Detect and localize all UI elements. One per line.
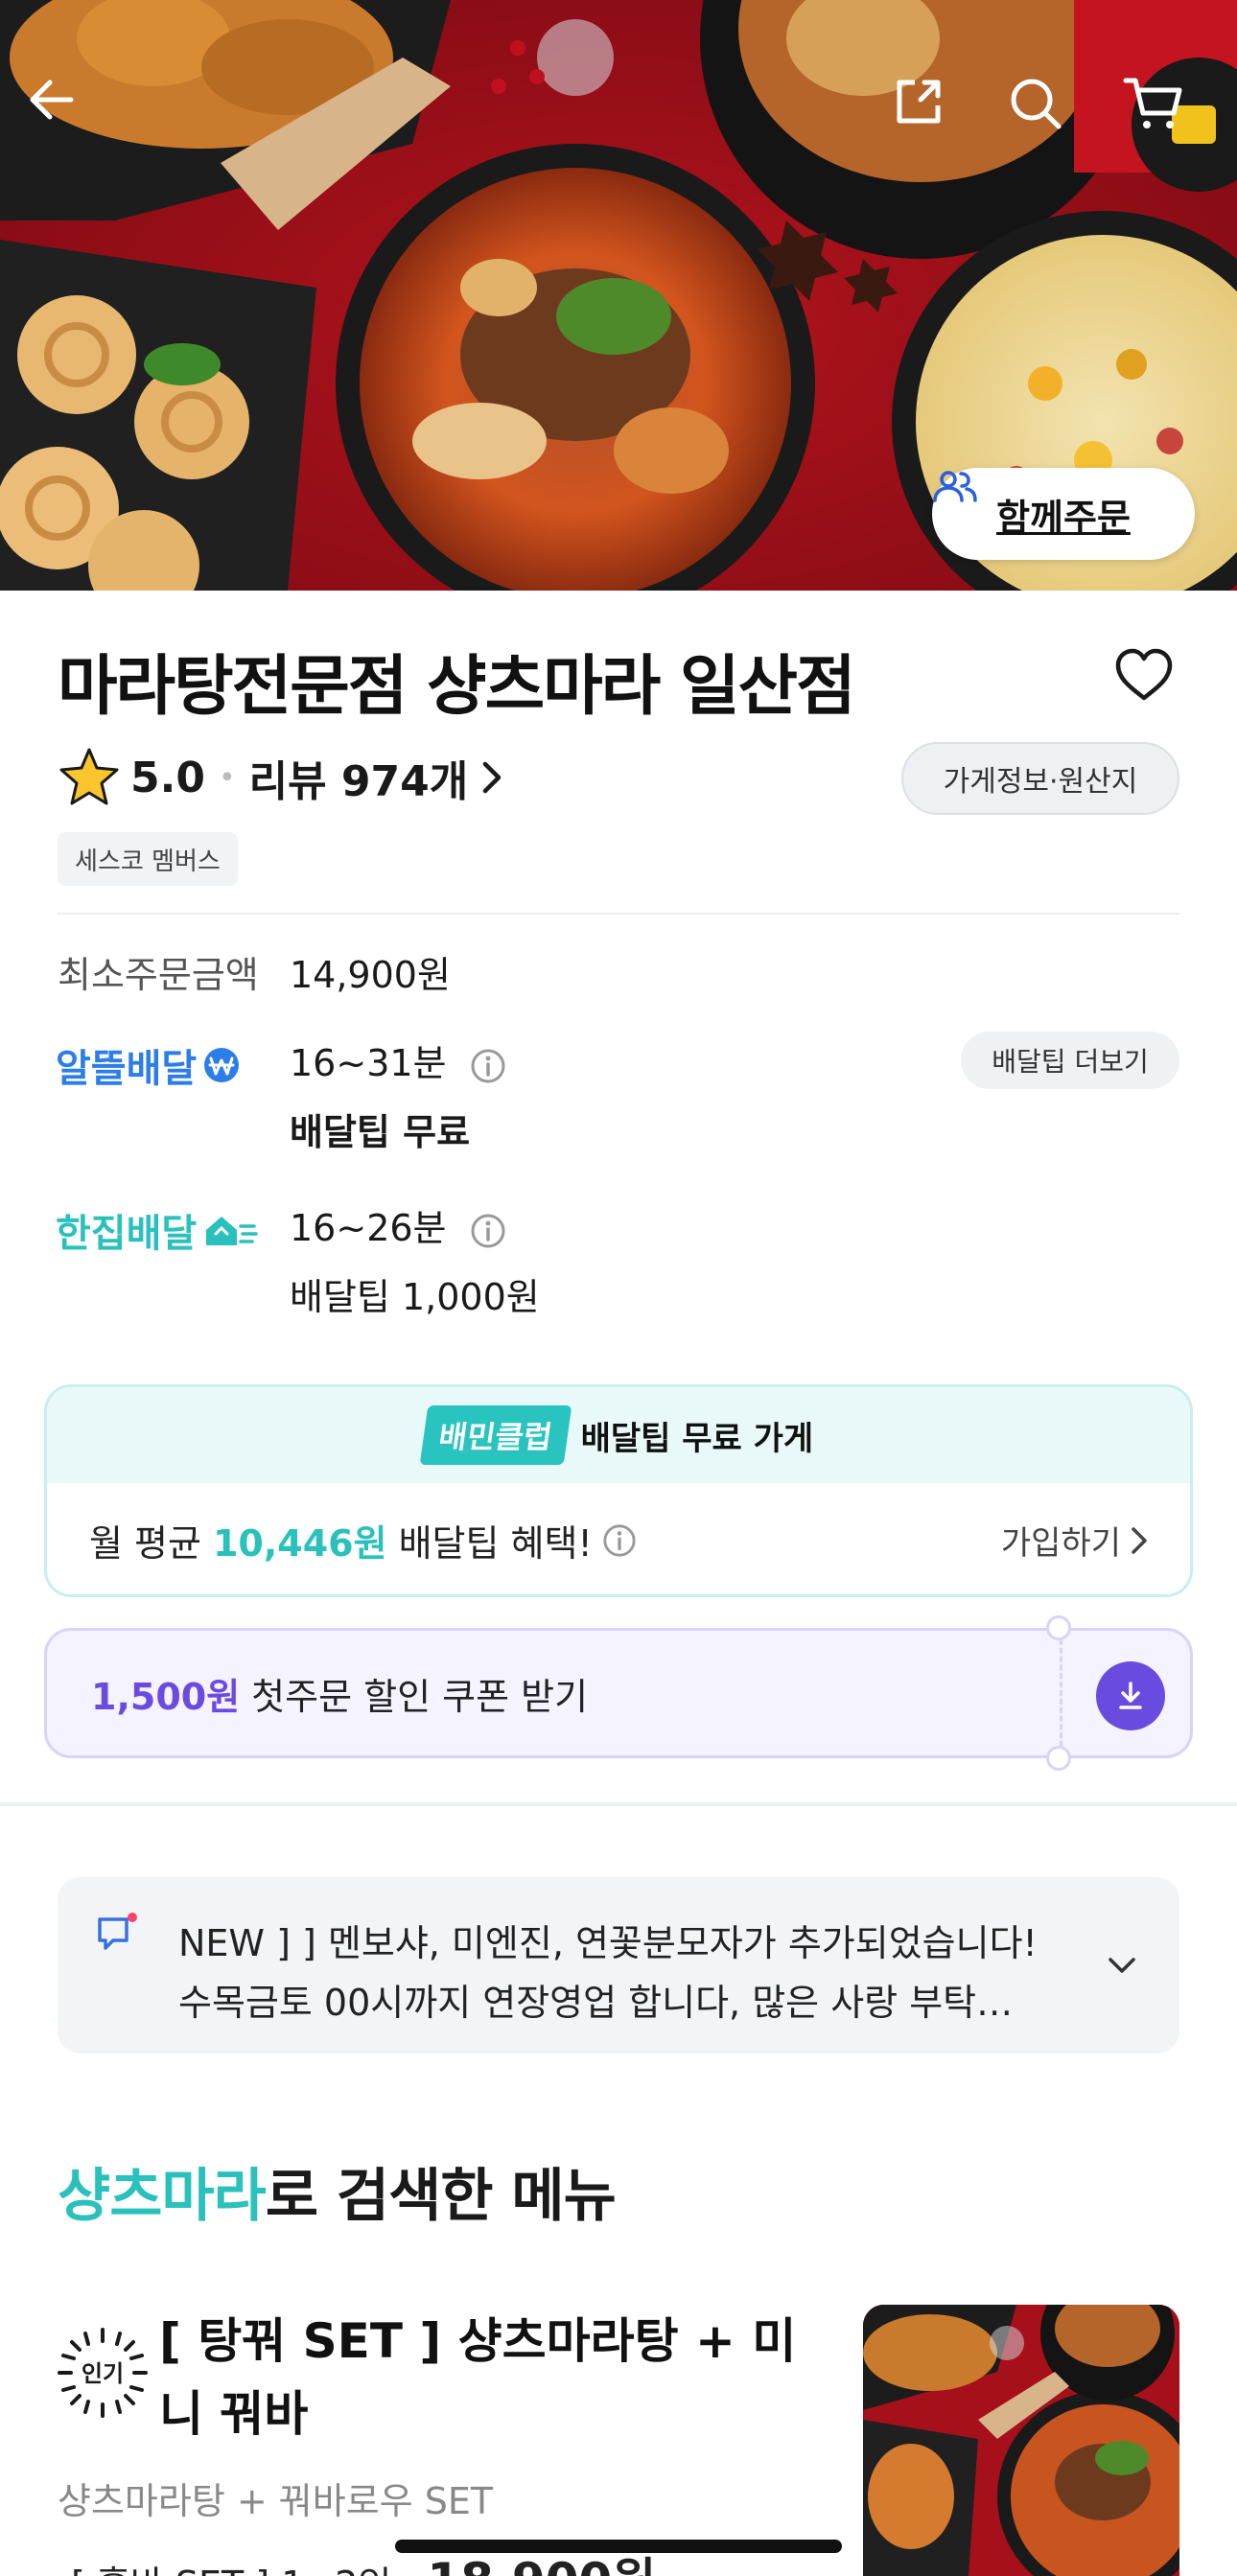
menu-item-name: [ 탕꿔 SET ] 샹츠마라탕 + 미니 꿔바: [159, 2313, 797, 2442]
share-button[interactable]: [892, 75, 980, 163]
rating-row[interactable]: 5.0 • 리뷰 974개: [58, 744, 502, 811]
search-icon: [1011, 79, 1062, 129]
notice-line-1: NEW ] ] 멘보샤, 미엔진, 연꽃분모자가 추가되었습니다!: [178, 1922, 1038, 1964]
search-menu-title: 샹츠마라로 검색한 메뉴: [58, 2149, 617, 2233]
coupon-text: 첫주문 할인 쿠폰 받기: [251, 1675, 589, 1718]
search-button[interactable]: [1007, 75, 1095, 163]
club-benefit-suffix: 배달팁 혜택!: [398, 1522, 593, 1565]
popular-burst-icon: 인기: [58, 2328, 148, 2418]
notice-line-2: 수목금토 00시까지 연장영업 합니다, 많은 사랑 부탁…: [178, 1982, 1014, 2024]
store-hero-image: 함께주문: [0, 0, 1237, 591]
star-icon: [59, 748, 119, 805]
alttle-time-text: 16~31분: [290, 1042, 447, 1084]
coupon-perforation: [1060, 1631, 1062, 1755]
divider: [58, 913, 1179, 915]
separator-dot: •: [218, 760, 236, 795]
cart-icon: [1123, 78, 1182, 128]
store-info-button[interactable]: 가게정보·원산지: [901, 742, 1179, 815]
hanjip-time: 16~26분: [290, 1198, 506, 1251]
coupon-amount: 1,500원: [91, 1675, 241, 1718]
club-join-label: 가입하기: [1000, 1524, 1121, 1563]
won-coin-icon: [204, 1048, 240, 1082]
rating-score: 5.0: [130, 753, 205, 802]
hanjip-delivery-label: 한집배달: [56, 1212, 198, 1256]
arrow-left-icon: [30, 80, 74, 120]
store-notice[interactable]: NEW ] ] 멘보샤, 미엔진, 연꽃분모자가 추가되었습니다! 수목금토 0…: [58, 1877, 1179, 2054]
hanjip-delivery-brand: 한집배달: [56, 1202, 258, 1258]
coupon-notch: [1046, 1615, 1071, 1640]
alttle-tip: 배달팁 무료: [290, 1111, 471, 1153]
baemin-club-banner[interactable]: 배민클럽 배달팁 무료 가게 월 평균 10,446원 배달팁 혜택! 가입하기: [44, 1384, 1193, 1597]
chevron-down-icon[interactable]: [1105, 1948, 1139, 1983]
delivery-tip-more-button[interactable]: 배달팁 더보기: [961, 1032, 1179, 1089]
club-join-link[interactable]: 가입하기: [1001, 1517, 1148, 1564]
first-order-coupon[interactable]: 1,500원 첫주문 할인 쿠폰 받기: [44, 1615, 1193, 1771]
alttle-time: 16~31분: [290, 1033, 506, 1086]
heart-icon: [1115, 648, 1173, 701]
hanjip-time-text: 16~26분: [290, 1207, 447, 1249]
group-people-icon: [933, 471, 977, 502]
info-icon[interactable]: [602, 1523, 637, 1558]
search-title-suffix: 로 검색한 메뉴: [265, 2163, 617, 2230]
hanjip-tip: 배달팁 1,000원: [290, 1276, 540, 1318]
alttle-delivery-label: 알뜰배달: [56, 1047, 198, 1091]
menu-item-price: 18,900원: [427, 2553, 656, 2576]
download-icon: [1119, 1682, 1142, 1709]
cesco-badge: 세스코 멤버스: [58, 832, 238, 886]
favorite-button[interactable]: [1112, 644, 1176, 708]
popular-badge-label: 인기: [82, 2360, 124, 2387]
info-icon[interactable]: [470, 1213, 506, 1249]
search-keyword: 샹츠마라: [58, 2163, 267, 2230]
chevron-right-icon: [483, 761, 502, 794]
back-button[interactable]: [27, 75, 115, 163]
club-benefit-row: 월 평균 10,446원 배달팁 혜택! 가입하기: [47, 1483, 1190, 1594]
home-indicator: [395, 2540, 842, 2553]
menu-item-thumbnail: [863, 2305, 1179, 2576]
min-order-value: 14,900원: [290, 954, 451, 996]
min-order-label: 최소주문금액: [58, 954, 259, 996]
notice-speech-icon: [98, 1913, 137, 1950]
menu-item-price-prefix: [ 홍바 SET ] 1~2인 :: [71, 2564, 415, 2576]
coupon-download-button[interactable]: [1096, 1661, 1165, 1730]
house-speed-icon: [206, 1217, 258, 1245]
menu-food-photo: [863, 2305, 1179, 2576]
club-benefit-prefix: 월 평균: [89, 1522, 201, 1565]
cart-button[interactable]: [1122, 75, 1210, 163]
together-order-label: 함께주문: [996, 496, 1131, 539]
together-order-button[interactable]: 함께주문: [932, 468, 1195, 560]
review-count-link[interactable]: 리뷰 974개: [249, 747, 469, 808]
chevron-right-icon: [1132, 1526, 1147, 1554]
coupon-notch: [1046, 1746, 1071, 1771]
club-header: 배민클럽 배달팁 무료 가게: [47, 1387, 1190, 1483]
club-benefit-amount: 10,446원: [212, 1522, 387, 1565]
alttle-delivery-brand: 알뜰배달: [56, 1037, 241, 1093]
section-divider: [0, 1802, 1237, 1806]
popular-badge: 인기: [56, 2326, 150, 2420]
info-icon[interactable]: [470, 1048, 506, 1084]
club-headline: 배달팁 무료 가게: [580, 1419, 814, 1458]
menu-item-description: 샹츠마라탕 + 꿔바로우 SET: [58, 2480, 494, 2522]
store-name: 마라탕전문점 샹츠마라 일산점: [58, 649, 856, 725]
share-icon: [897, 80, 941, 124]
club-badge: 배민클럽: [419, 1405, 572, 1465]
